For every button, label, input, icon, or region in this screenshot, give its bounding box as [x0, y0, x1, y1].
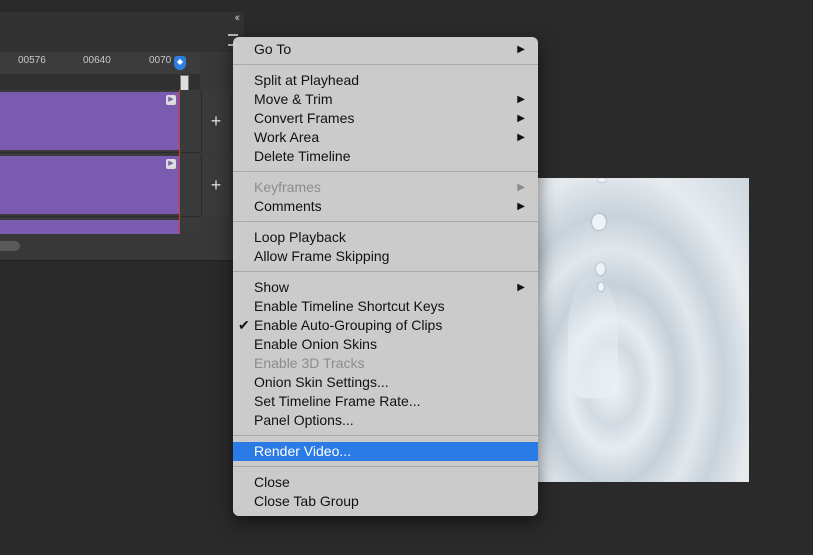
menu-separator — [233, 271, 538, 272]
menu-item-label: Enable 3D Tracks — [254, 355, 365, 371]
menu-item-label: Move & Trim — [254, 91, 333, 107]
menu-item-enable-onion-skins[interactable]: Enable Onion Skins — [233, 335, 538, 354]
menu-item-work-area[interactable]: Work Area ▶ — [233, 128, 538, 147]
menu-item-label: Convert Frames — [254, 110, 355, 126]
video-track: ▶ — [0, 154, 200, 217]
menu-separator — [233, 466, 538, 467]
menu-item-label: Delete Timeline — [254, 148, 351, 164]
water-droplet — [598, 283, 604, 291]
submenu-arrow-icon: ▶ — [517, 44, 525, 55]
menu-item-panel-options[interactable]: Panel Options... — [233, 411, 538, 430]
menu-item-label: Close — [254, 474, 290, 490]
timeline-panel: ‹‹ 00576 00640 0070 ◆ ▶ + ▶ + — [0, 12, 244, 261]
video-clip[interactable] — [0, 220, 180, 234]
menu-item-convert-frames[interactable]: Convert Frames ▶ — [233, 109, 538, 128]
water-droplet — [592, 214, 606, 230]
ruler-tick-label: 0070 — [149, 55, 172, 66]
menu-item-label: Split at Playhead — [254, 72, 360, 88]
menu-item-label: Close Tab Group — [254, 493, 359, 509]
add-media-button[interactable]: + — [201, 90, 230, 152]
submenu-arrow-icon: ▶ — [517, 182, 525, 193]
submenu-arrow-icon: ▶ — [517, 132, 525, 143]
menu-item-enable-auto-grouping[interactable]: ✔ Enable Auto-Grouping of Clips — [233, 316, 538, 335]
menu-item-label: Enable Onion Skins — [254, 336, 377, 352]
work-area-bar[interactable] — [0, 74, 200, 91]
submenu-arrow-icon: ▶ — [517, 201, 525, 212]
menu-item-show[interactable]: Show ▶ — [233, 278, 538, 297]
menu-item-label: Set Timeline Frame Rate... — [254, 393, 421, 409]
menu-item-label: Enable Auto-Grouping of Clips — [254, 317, 443, 333]
video-clip[interactable]: ▶ — [0, 156, 180, 214]
menu-item-go-to[interactable]: Go To ▶ — [233, 40, 538, 59]
menu-item-label: Keyframes — [254, 179, 321, 195]
playhead-handle[interactable]: ◆ — [174, 56, 186, 70]
timeline-scrollbar[interactable] — [0, 234, 244, 260]
menu-item-set-timeline-frame-rate[interactable]: Set Timeline Frame Rate... — [233, 392, 538, 411]
menu-separator — [233, 171, 538, 172]
menu-item-close[interactable]: Close — [233, 473, 538, 492]
menu-item-split-at-playhead[interactable]: Split at Playhead — [233, 71, 538, 90]
menu-separator — [233, 435, 538, 436]
menu-item-label: Render Video... — [254, 443, 352, 459]
menu-item-move-trim[interactable]: Move & Trim ▶ — [233, 90, 538, 109]
menu-item-enable-3d-tracks: Enable 3D Tracks — [233, 354, 538, 373]
scrollbar-thumb[interactable] — [0, 241, 20, 251]
video-clip[interactable]: ▶ — [0, 92, 180, 150]
menu-item-label: Work Area — [254, 129, 320, 145]
timeline-ruler[interactable]: 00576 00640 0070 — [0, 52, 200, 75]
timeline-context-menu: Go To ▶ Split at Playhead Move & Trim ▶ Co… — [233, 37, 538, 516]
menu-item-label: Comments — [254, 198, 322, 214]
add-media-button[interactable]: + — [201, 154, 230, 216]
submenu-arrow-icon: ▶ — [517, 282, 525, 293]
water-splash — [568, 278, 618, 398]
clip-menu-arrow-icon[interactable]: ▶ — [166, 159, 176, 169]
menu-item-label: Onion Skin Settings... — [254, 374, 389, 390]
menu-item-close-tab-group[interactable]: Close Tab Group — [233, 492, 538, 511]
menu-item-onion-skin-settings[interactable]: Onion Skin Settings... — [233, 373, 538, 392]
submenu-arrow-icon: ▶ — [517, 94, 525, 105]
menu-item-comments[interactable]: Comments ▶ — [233, 197, 538, 216]
water-droplet — [598, 178, 606, 182]
video-track — [0, 218, 200, 235]
menu-separator — [233, 221, 538, 222]
video-track: ▶ — [0, 90, 200, 153]
ruler-tick-label: 00576 — [18, 55, 46, 66]
menu-item-label: Loop Playback — [254, 229, 346, 245]
menu-item-enable-timeline-shortcut-keys[interactable]: Enable Timeline Shortcut Keys — [233, 297, 538, 316]
menu-item-label: Go To — [254, 41, 292, 57]
submenu-arrow-icon: ▶ — [517, 113, 525, 124]
menu-item-delete-timeline[interactable]: Delete Timeline — [233, 147, 538, 166]
document-canvas-image — [538, 178, 749, 482]
panel-header: ‹‹ — [0, 12, 244, 52]
playhead-line — [179, 90, 180, 246]
menu-item-label: Allow Frame Skipping — [254, 248, 390, 264]
collapse-panel-icon[interactable]: ‹‹ — [235, 12, 241, 24]
checkmark-icon: ✔ — [238, 317, 250, 333]
menu-item-allow-frame-skipping[interactable]: Allow Frame Skipping — [233, 247, 538, 266]
menu-item-loop-playback[interactable]: Loop Playback — [233, 228, 538, 247]
menu-item-label: Enable Timeline Shortcut Keys — [254, 298, 445, 314]
clip-menu-arrow-icon[interactable]: ▶ — [166, 95, 176, 105]
menu-item-render-video[interactable]: Render Video... — [233, 442, 538, 461]
water-droplet — [596, 263, 605, 275]
ruler-tick-label: 00640 — [83, 55, 111, 66]
menu-item-label: Panel Options... — [254, 412, 354, 428]
menu-item-keyframes: Keyframes ▶ — [233, 178, 538, 197]
work-area-end-handle[interactable] — [180, 75, 189, 91]
menu-item-label: Show — [254, 279, 290, 295]
menu-separator — [233, 64, 538, 65]
